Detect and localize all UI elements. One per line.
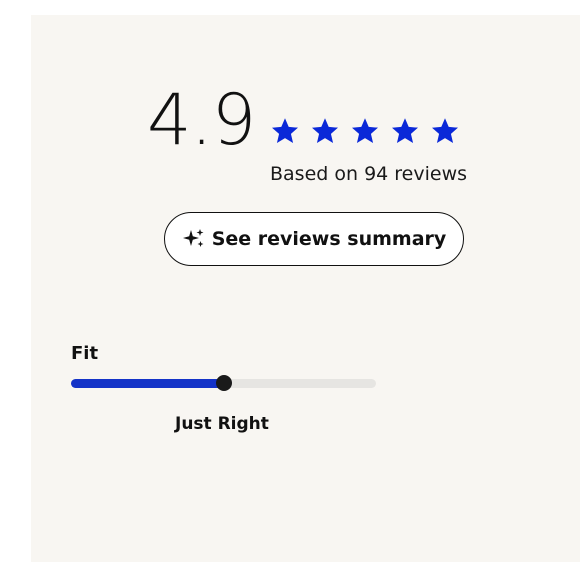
fit-scale-fill	[71, 379, 224, 388]
see-reviews-summary-button[interactable]: See reviews summary	[164, 212, 464, 266]
fit-scale-marker	[215, 375, 232, 391]
star-icon	[350, 116, 380, 146]
fit-scale	[71, 375, 376, 391]
star-icon	[270, 116, 300, 146]
average-rating: 4.9	[147, 79, 256, 161]
fit-value-label: Just Right	[175, 414, 269, 434]
fit-label: Fit	[71, 343, 99, 364]
star-icon	[430, 116, 460, 146]
sparkle-icon	[182, 227, 206, 251]
star-icon	[310, 116, 340, 146]
reviews-panel	[31, 15, 580, 562]
reviews-count: Based on 94 reviews	[270, 163, 468, 185]
star-icon	[390, 116, 420, 146]
see-reviews-summary-label: See reviews summary	[211, 228, 447, 250]
star-rating	[270, 116, 460, 146]
